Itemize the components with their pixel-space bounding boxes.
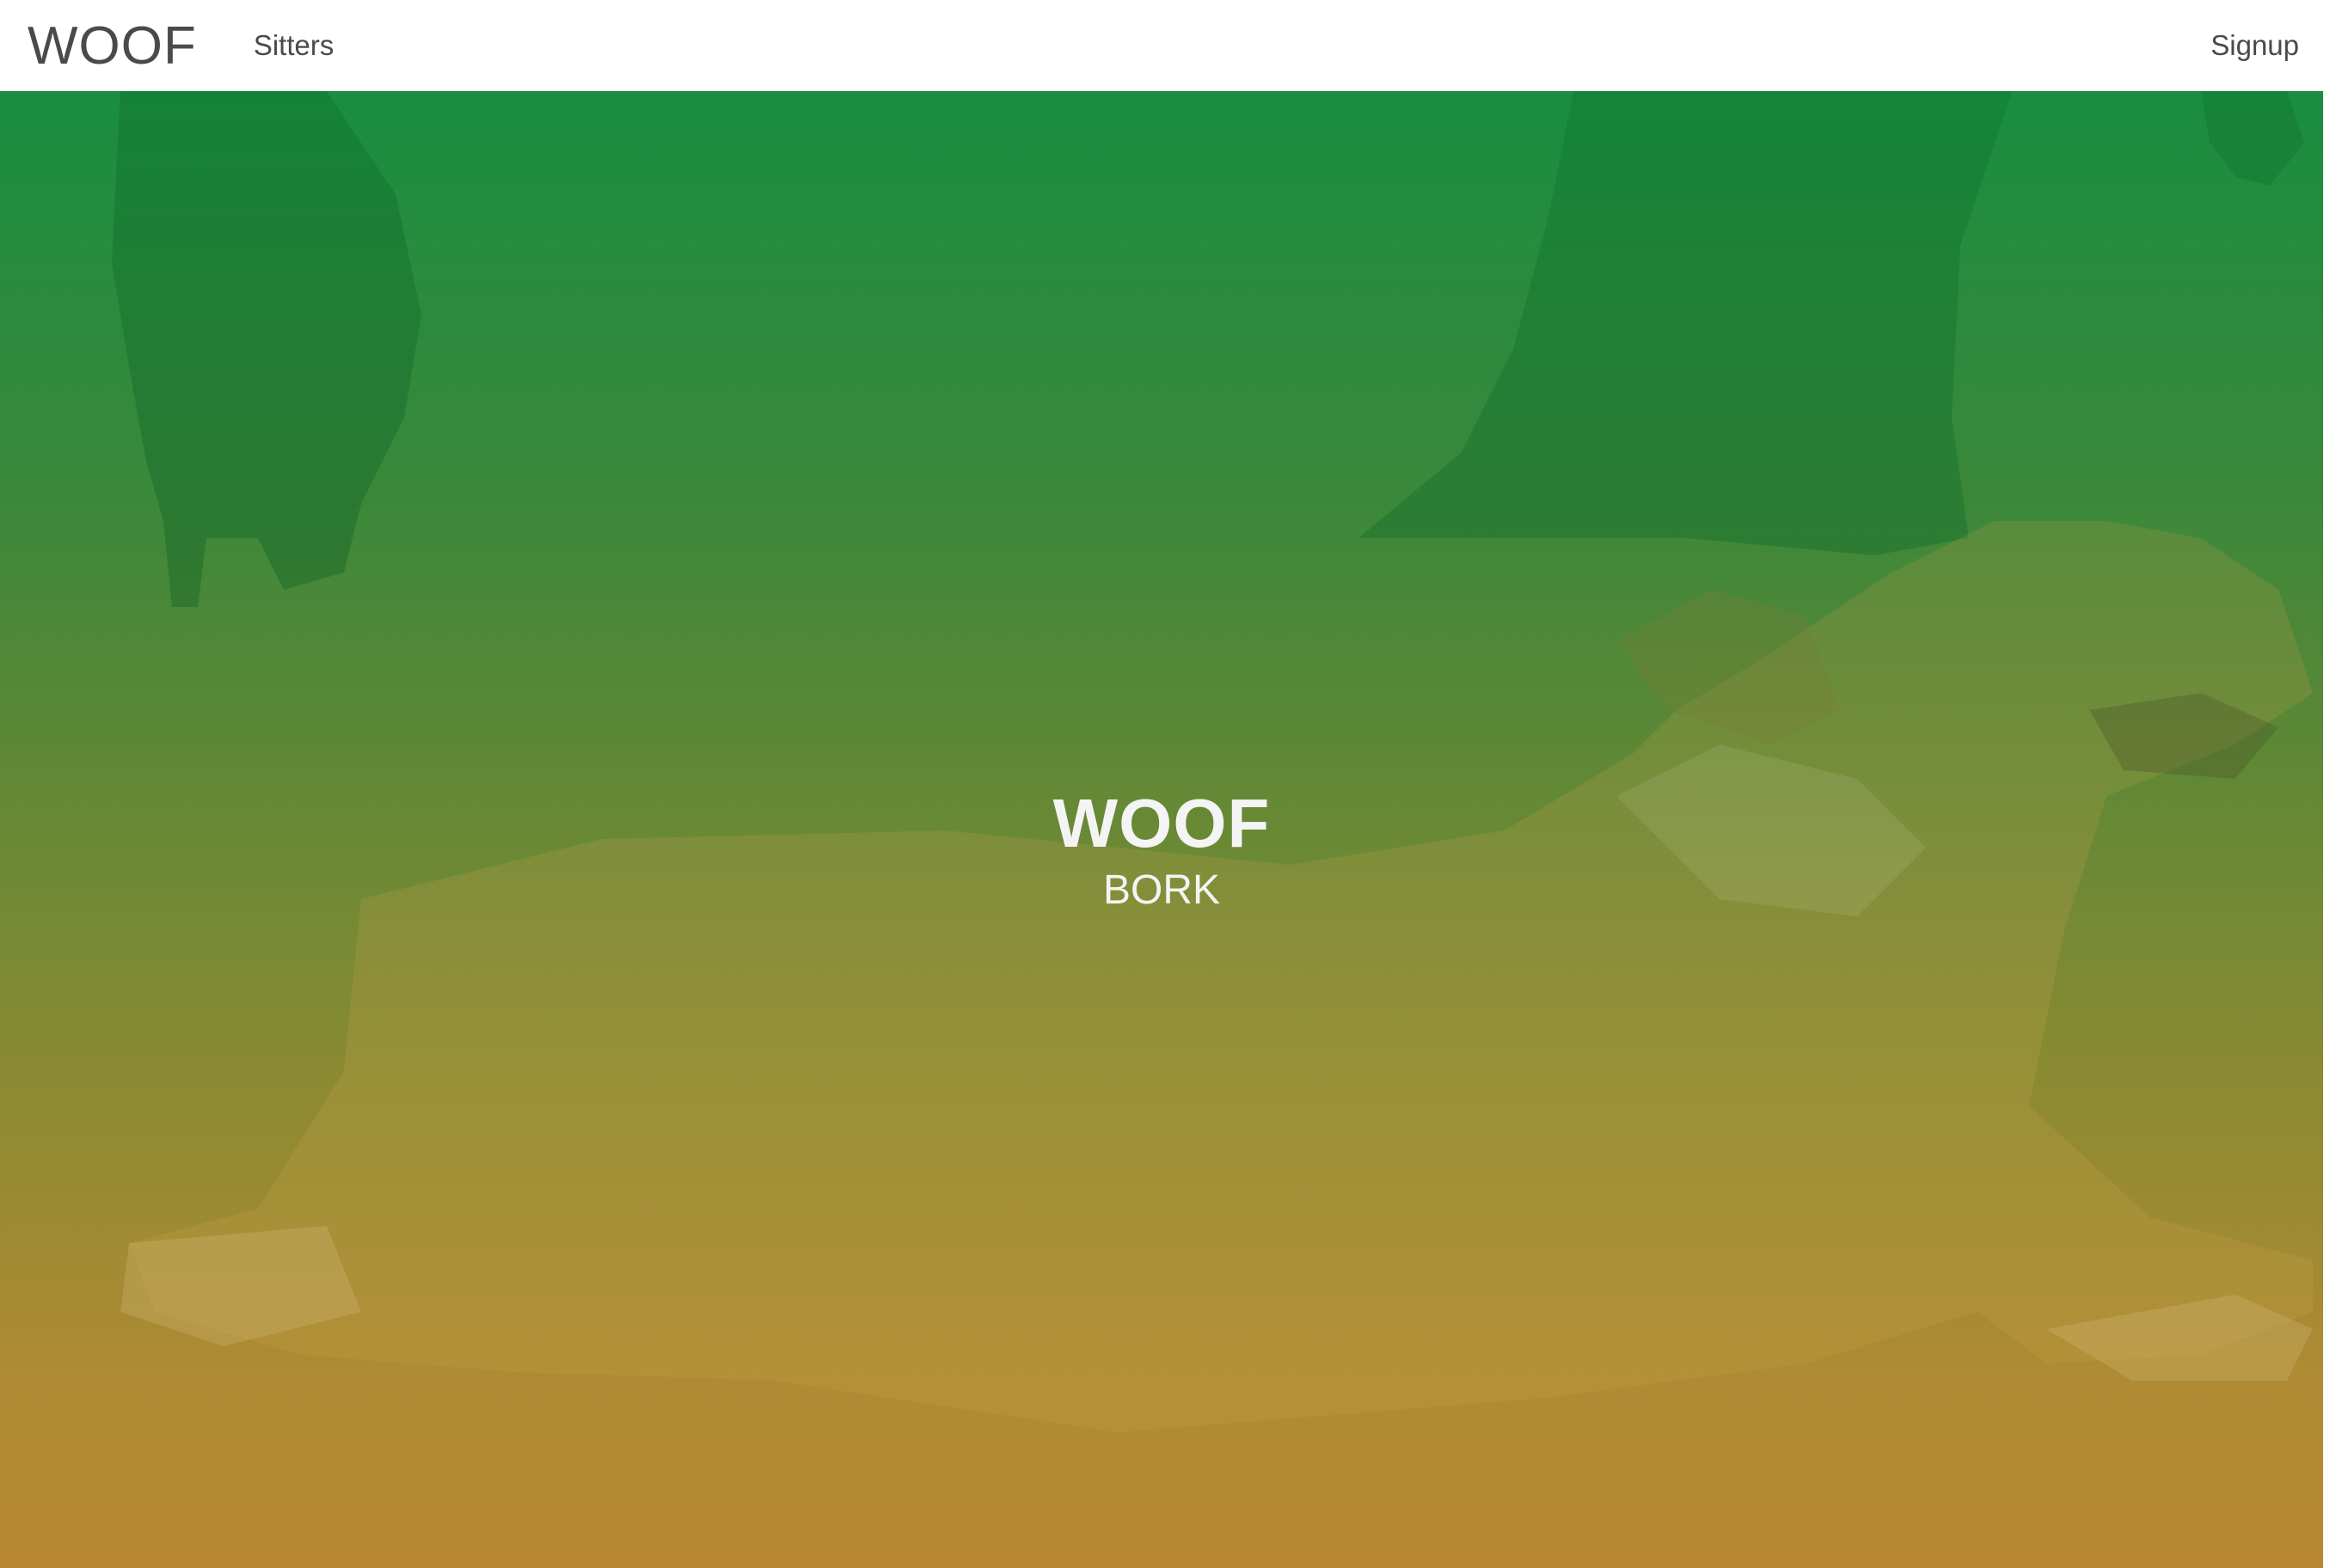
top-navbar: WOOF Sitters Signup xyxy=(0,0,2330,91)
hero-text-group: WOOF BORK xyxy=(0,789,2323,911)
brand-logo-link[interactable]: WOOF xyxy=(28,15,197,77)
hero-banner: WOOF BORK xyxy=(0,91,2323,1568)
nav-link-sitters[interactable]: Sitters xyxy=(254,29,334,62)
hero-subtitle: BORK xyxy=(1102,867,1221,913)
signup-link[interactable]: Signup xyxy=(2210,29,2299,62)
hero-title: WOOF xyxy=(1052,785,1271,861)
